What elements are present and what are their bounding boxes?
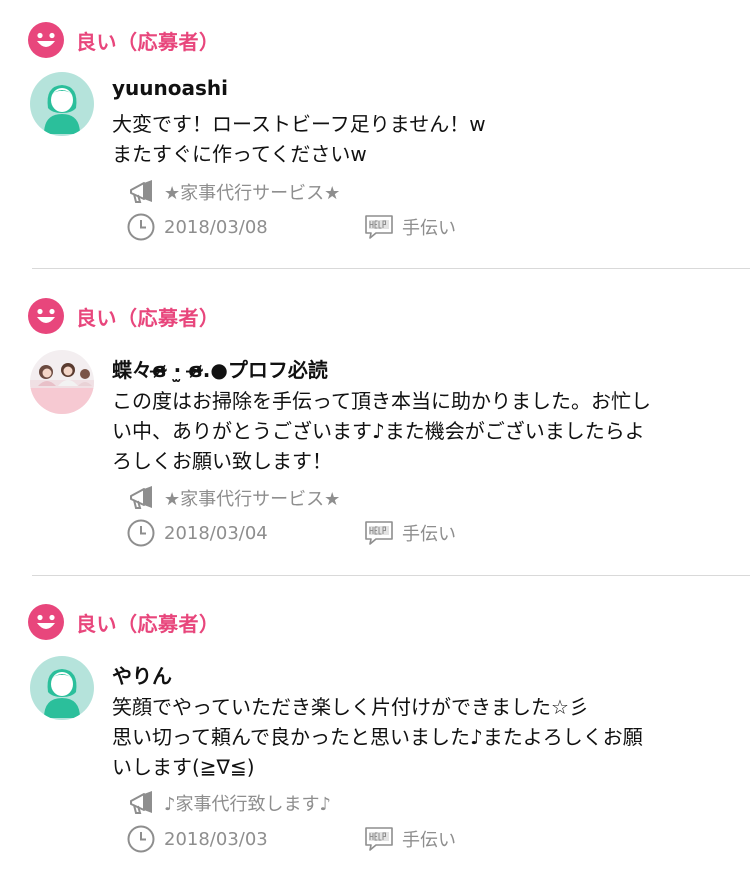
clock-icon (127, 519, 155, 547)
divider (32, 575, 750, 576)
job-row[interactable]: ★家事代行サービス★ (128, 179, 340, 205)
comment-line: ろしくお願い致します！ (112, 449, 332, 473)
date-row: 2018/03/03 (126, 824, 268, 854)
date-row: 2018/03/08 (126, 212, 268, 242)
megaphone-icon (130, 180, 152, 203)
help-icon (365, 215, 393, 239)
review-date: 2018/03/08 (164, 216, 268, 238)
date-row: 2018/03/04 (126, 518, 268, 548)
job-row[interactable]: ♪家事代行致します♪ (128, 790, 331, 816)
comment-line: この度はお掃除を手伝って頂き本当に助かりました。お忙し (112, 389, 651, 413)
comment-line: 大変です！ローストビーフ足りません！w (112, 112, 486, 136)
category-label: 手伝い (402, 830, 456, 851)
job-title: ★家事代行サービス★ (164, 183, 341, 204)
review-comment: この度はお掃除を手伝って頂き本当に助かりました。お忙し い中、ありがとうございま… (112, 386, 732, 476)
username[interactable]: やりん (112, 660, 172, 689)
username[interactable]: yuunoashi (112, 76, 228, 100)
comment-line: い中、ありがとうございます♪また機会がございましたらよ (112, 419, 645, 443)
rating-row: 良い（応募者） (28, 298, 220, 334)
review-comment: 笑顔でやっていただき楽しく片付けができました☆彡 思い切って頼んで良かったと思い… (112, 692, 732, 782)
category-label: 手伝い (402, 218, 456, 239)
avatar[interactable] (30, 72, 94, 136)
rating-label: 良い（応募者） (76, 305, 220, 330)
megaphone-icon (130, 791, 152, 814)
megaphone-icon (130, 486, 152, 509)
comment-line: 笑顔でやっていただき楽しく片付けができました☆彡 (112, 695, 589, 719)
category-label: 手伝い (402, 524, 456, 545)
divider (32, 268, 750, 269)
default-avatar-icon (30, 72, 94, 136)
smiley-icon (28, 604, 64, 640)
smiley-icon (28, 22, 64, 58)
job-row[interactable]: ★家事代行サービス★ (128, 485, 340, 511)
clock-icon (127, 825, 155, 853)
job-title: ★家事代行サービス★ (164, 489, 341, 510)
help-icon (365, 521, 393, 545)
help-icon (365, 827, 393, 851)
comment-line: またすぐに作ってくださいw (112, 142, 367, 166)
review-date: 2018/03/04 (164, 522, 268, 544)
rating-row: 良い（応募者） (28, 604, 220, 640)
comment-line: いします(≧∇≦) (112, 755, 255, 779)
comment-line: 思い切って頼んで良かったと思いました♪またよろしくお願 (112, 725, 643, 749)
avatar[interactable] (30, 350, 94, 414)
category-row: 手伝い (364, 520, 456, 546)
username[interactable]: 蝶々ɞ̴̶̷ ·̫ ɞ̴̶̷.●プロフ必読 (112, 354, 328, 383)
job-title: ♪家事代行致します♪ (164, 794, 331, 815)
user-photo (30, 350, 94, 414)
category-row: 手伝い (364, 826, 456, 852)
category-row: 手伝い (364, 214, 456, 240)
rating-row: 良い（応募者） (28, 22, 220, 58)
avatar[interactable] (30, 656, 94, 720)
default-avatar-icon (30, 656, 94, 720)
smiley-icon (28, 298, 64, 334)
rating-label: 良い（応募者） (76, 611, 220, 636)
rating-label: 良い（応募者） (76, 29, 220, 54)
review-date: 2018/03/03 (164, 828, 268, 850)
clock-icon (127, 213, 155, 241)
review-comment: 大変です！ローストビーフ足りません！w またすぐに作ってくださいw (112, 109, 732, 169)
